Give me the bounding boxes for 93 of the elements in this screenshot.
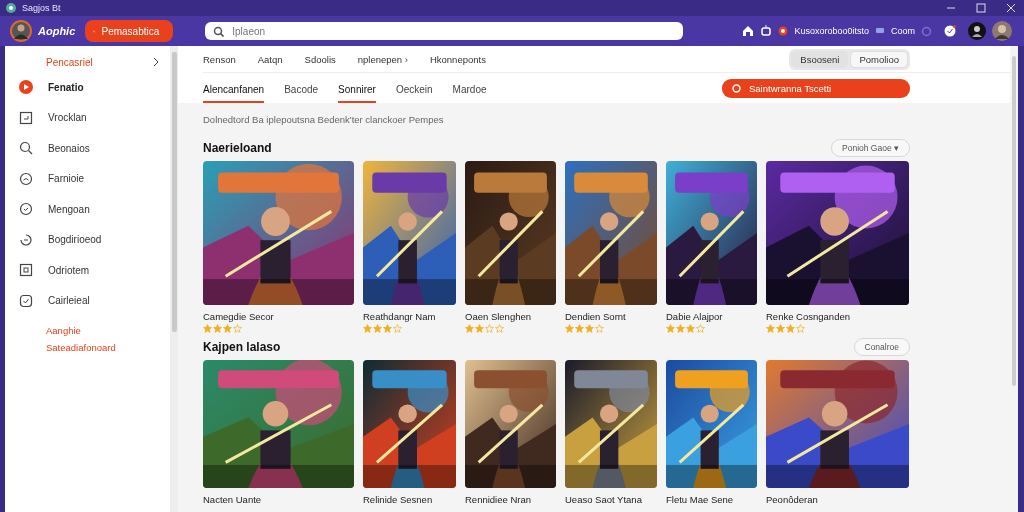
game-title: Renke Cosnganden — [766, 311, 851, 322]
avatar[interactable] — [992, 21, 1012, 41]
sidebar-link[interactable]: Aanghie — [5, 322, 170, 339]
ring-icon — [921, 25, 932, 37]
game-title: Relinide Sesnen — [363, 494, 434, 505]
nav-link[interactable]: Hkonneponts — [429, 53, 486, 65]
game-title: Nacten Uante — [203, 494, 263, 505]
alert-icon — [778, 26, 789, 36]
toggle-button[interactable]: Pomolioo — [850, 50, 908, 68]
tab[interactable]: Oeckein — [395, 84, 433, 103]
home-icon[interactable] — [742, 25, 755, 37]
nav-link[interactable]: Renson — [203, 53, 236, 65]
menu-icon — [19, 110, 33, 125]
star-icon — [363, 324, 372, 333]
star-icon — [223, 324, 232, 333]
sidebar-link[interactable]: Sateadiafonoard — [5, 339, 170, 356]
card-icon — [875, 26, 885, 36]
star-icon — [383, 324, 392, 333]
window-title: Sagjos Bt — [22, 3, 61, 13]
game-title: Oaen Slenghen — [465, 311, 533, 322]
notification-icon[interactable] — [944, 25, 956, 37]
menu-icon — [19, 263, 33, 278]
nav-link[interactable]: nplenepen › — [357, 53, 408, 65]
avatar[interactable] — [10, 20, 32, 42]
sidebar-item[interactable]: Cairleieal — [5, 285, 170, 316]
section-title: Kajpen lalaso — [203, 340, 281, 354]
app-icon — [6, 3, 16, 13]
action-button[interactable]: Pemasabtica — [85, 20, 174, 42]
maximize-icon[interactable] — [976, 3, 986, 13]
tab[interactable]: Alencanfanen — [203, 84, 265, 103]
subtitle: Dolnedtord Ba iplepoutsna Bedenk'ter clanckoer Pempes — [203, 114, 445, 125]
menu-icon — [19, 293, 33, 308]
star-icon — [475, 324, 484, 333]
sidebar-item[interactable]: Mengoan — [5, 194, 170, 225]
avatar[interactable] — [968, 22, 986, 40]
star-icon — [393, 324, 402, 333]
menu-icon — [19, 171, 33, 186]
menu-icon — [19, 232, 33, 247]
game-title: Rennidiee Nran — [465, 494, 532, 505]
app-logo: Aophic — [38, 25, 76, 37]
star-icon — [686, 324, 695, 333]
robot-icon[interactable] — [760, 25, 773, 37]
sidebar-heading: Pencasriel — [46, 56, 93, 68]
star-icon — [575, 324, 584, 333]
status-text: Kusoxoroboo0itsto — [794, 26, 869, 36]
nav-link[interactable]: Sdoolis — [304, 53, 336, 65]
tab[interactable]: Sonnirer — [338, 84, 376, 103]
sidebar-item[interactable]: Beonaios — [5, 133, 170, 164]
menu-icon — [19, 141, 33, 156]
star-icon — [203, 324, 212, 333]
menu-icon — [19, 202, 33, 217]
tab[interactable]: Bacode — [284, 84, 319, 103]
star-icon — [373, 324, 382, 333]
game-title: Dabie Alajpor — [666, 311, 724, 322]
star-icon — [766, 324, 775, 333]
star-icon — [233, 324, 242, 333]
sidebar-item[interactable]: Fenatio — [5, 72, 170, 103]
sidebar-item[interactable]: Vrocklan — [5, 102, 170, 133]
section-button[interactable]: Conalroe — [853, 338, 910, 356]
game-title: Ueaso Saot Ytana — [565, 494, 643, 505]
game-title: Reathdangr Nam — [363, 311, 437, 322]
star-icon — [465, 324, 474, 333]
chevron-icon[interactable] — [152, 57, 160, 67]
star-icon — [776, 324, 785, 333]
circle-icon — [732, 83, 741, 93]
section-title: Naerieloand — [203, 141, 272, 155]
tab[interactable]: Mardoe — [452, 84, 487, 103]
menu-icon — [19, 80, 33, 95]
star-icon — [585, 324, 594, 333]
game-title: Peonôderan — [766, 494, 819, 505]
game-title: Fletu Mae Sene — [666, 494, 735, 505]
sidebar-item[interactable]: Farnioie — [5, 163, 170, 194]
promo-button[interactable]: Saintwranna Tscetti — [722, 78, 910, 98]
star-icon — [485, 324, 494, 333]
star-icon — [495, 324, 504, 333]
star-icon — [666, 324, 675, 333]
star-icon — [696, 324, 705, 333]
sidebar-item[interactable]: Bogdirioeod — [5, 224, 170, 255]
star-icon — [796, 324, 805, 333]
game-title: Dendien Sornt — [565, 311, 627, 322]
toggle-button[interactable]: Bsooseni — [791, 50, 849, 68]
star-icon — [213, 324, 222, 333]
status-label: Coom — [891, 26, 915, 36]
section-button[interactable]: Ponioh Gaoe ▾ — [831, 139, 910, 157]
search-field[interactable]: Iplaeon — [205, 22, 684, 40]
star-icon — [565, 324, 574, 333]
game-title: Camegdie Secor — [203, 311, 275, 322]
nav-link[interactable]: Aatqn — [257, 53, 283, 65]
star-icon — [676, 324, 685, 333]
star-icon — [595, 324, 604, 333]
sidebar-item[interactable]: Odriotem — [5, 255, 170, 286]
close-icon[interactable] — [1006, 3, 1016, 13]
star-icon — [786, 324, 795, 333]
